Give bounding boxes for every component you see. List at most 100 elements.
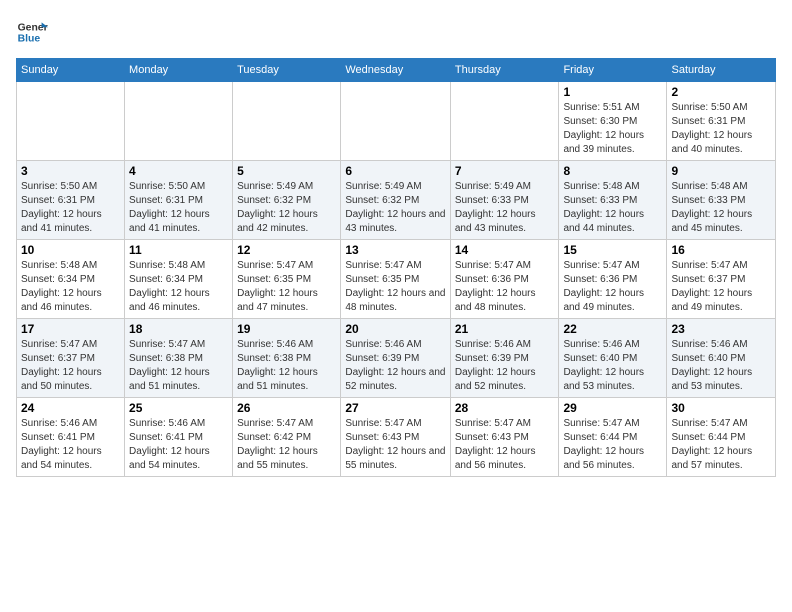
day-number: 19 (237, 322, 336, 336)
calendar-cell: 5Sunrise: 5:49 AM Sunset: 6:32 PM Daylig… (233, 161, 341, 240)
calendar-week-row: 1Sunrise: 5:51 AM Sunset: 6:30 PM Daylig… (17, 82, 776, 161)
page-header: General Blue (16, 16, 776, 48)
calendar-cell: 3 Sunrise: 5:50 AM Sunset: 6:31 PM Daylig… (17, 161, 125, 240)
calendar-cell: 10 Sunrise: 5:48 AM Sunset: 6:34 PM Dayli… (17, 240, 125, 319)
day-info: Sunrise: 5:51 AM Sunset: 6:30 PM Dayligh… (563, 101, 662, 157)
day-info: Sunrise: 5:47 AM Sunset: 6:38 PM Dayligh… (129, 338, 228, 394)
day-info: Sunrise: 5:47 AM Sunset: 6:43 PM Dayligh… (455, 417, 555, 473)
day-info: Sunrise: 5:47 AM Sunset: 6:44 PM Dayligh… (671, 417, 771, 473)
calendar-table: SundayMondayTuesdayWednesdayThursdayFrid… (16, 58, 776, 477)
weekday-header: Wednesday (341, 59, 450, 82)
day-info: Sunrise: 5:50 AM Sunset: 6:31 PM Dayligh… (21, 180, 120, 236)
day-info: Sunrise: 5:47 AM Sunset: 6:35 PM Dayligh… (237, 259, 336, 315)
day-number: 11 (129, 243, 228, 257)
calendar-cell (450, 82, 559, 161)
weekday-header: Thursday (450, 59, 559, 82)
calendar-cell: 1Sunrise: 5:51 AM Sunset: 6:30 PM Daylig… (559, 82, 667, 161)
day-info: Sunrise: 5:48 AM Sunset: 6:34 PM Dayligh… (129, 259, 228, 315)
calendar-cell (17, 82, 125, 161)
calendar-cell: 30 Sunrise: 5:47 AM Sunset: 6:44 PM Dayli… (667, 398, 776, 477)
day-info: Sunrise: 5:50 AM Sunset: 6:31 PM Dayligh… (129, 180, 228, 236)
calendar-cell (125, 82, 233, 161)
calendar-cell: 28Sunrise: 5:47 AM Sunset: 6:43 PM Dayli… (450, 398, 559, 477)
day-info: Sunrise: 5:49 AM Sunset: 6:32 PM Dayligh… (237, 180, 336, 236)
day-info: Sunrise: 5:49 AM Sunset: 6:32 PM Dayligh… (345, 180, 445, 236)
calendar-cell: 11 Sunrise: 5:48 AM Sunset: 6:34 PM Dayli… (125, 240, 233, 319)
day-info: Sunrise: 5:50 AM Sunset: 6:31 PM Dayligh… (671, 101, 771, 157)
day-info: Sunrise: 5:47 AM Sunset: 6:36 PM Dayligh… (563, 259, 662, 315)
day-number: 6 (345, 164, 445, 178)
day-info: Sunrise: 5:46 AM Sunset: 6:40 PM Dayligh… (671, 338, 771, 394)
day-number: 16 (671, 243, 771, 257)
logo: General Blue (16, 16, 52, 48)
day-info: Sunrise: 5:46 AM Sunset: 6:41 PM Dayligh… (129, 417, 228, 473)
day-number: 24 (21, 401, 120, 415)
day-number: 27 (345, 401, 445, 415)
day-info: Sunrise: 5:47 AM Sunset: 6:44 PM Dayligh… (563, 417, 662, 473)
day-number: 20 (345, 322, 445, 336)
calendar-cell: 22 Sunrise: 5:46 AM Sunset: 6:40 PM Dayli… (559, 319, 667, 398)
calendar-cell: 23 Sunrise: 5:46 AM Sunset: 6:40 PM Dayli… (667, 319, 776, 398)
day-number: 21 (455, 322, 555, 336)
svg-text:Blue: Blue (18, 34, 41, 45)
calendar-cell: 6 Sunrise: 5:49 AM Sunset: 6:32 PM Daylig… (341, 161, 450, 240)
calendar-cell: 8 Sunrise: 5:48 AM Sunset: 6:33 PM Daylig… (559, 161, 667, 240)
day-number: 14 (455, 243, 555, 257)
weekday-header-row: SundayMondayTuesdayWednesdayThursdayFrid… (17, 59, 776, 82)
day-info: Sunrise: 5:46 AM Sunset: 6:41 PM Dayligh… (21, 417, 120, 473)
calendar-week-row: 17 Sunrise: 5:47 AM Sunset: 6:37 PM Dayli… (17, 319, 776, 398)
day-number: 15 (563, 243, 662, 257)
calendar-cell: 29 Sunrise: 5:47 AM Sunset: 6:44 PM Dayli… (559, 398, 667, 477)
day-number: 30 (671, 401, 771, 415)
day-info: Sunrise: 5:48 AM Sunset: 6:34 PM Dayligh… (21, 259, 120, 315)
calendar-cell: 21Sunrise: 5:46 AM Sunset: 6:39 PM Dayli… (450, 319, 559, 398)
day-info: Sunrise: 5:47 AM Sunset: 6:37 PM Dayligh… (671, 259, 771, 315)
day-number: 29 (563, 401, 662, 415)
calendar-cell (341, 82, 450, 161)
day-number: 9 (671, 164, 771, 178)
day-info: Sunrise: 5:48 AM Sunset: 6:33 PM Dayligh… (671, 180, 771, 236)
day-number: 25 (129, 401, 228, 415)
weekday-header: Sunday (17, 59, 125, 82)
day-info: Sunrise: 5:47 AM Sunset: 6:43 PM Dayligh… (345, 417, 445, 473)
calendar-cell: 19 Sunrise: 5:46 AM Sunset: 6:38 PM Dayli… (233, 319, 341, 398)
day-number: 8 (563, 164, 662, 178)
day-number: 4 (129, 164, 228, 178)
calendar-cell (233, 82, 341, 161)
calendar-cell: 15 Sunrise: 5:47 AM Sunset: 6:36 PM Dayli… (559, 240, 667, 319)
day-info: Sunrise: 5:47 AM Sunset: 6:37 PM Dayligh… (21, 338, 120, 394)
day-number: 13 (345, 243, 445, 257)
day-number: 7 (455, 164, 555, 178)
day-number: 23 (671, 322, 771, 336)
calendar-cell: 14 Sunrise: 5:47 AM Sunset: 6:36 PM Dayli… (450, 240, 559, 319)
day-info: Sunrise: 5:46 AM Sunset: 6:40 PM Dayligh… (563, 338, 662, 394)
day-number: 26 (237, 401, 336, 415)
calendar-cell: 17 Sunrise: 5:47 AM Sunset: 6:37 PM Dayli… (17, 319, 125, 398)
day-number: 18 (129, 322, 228, 336)
day-info: Sunrise: 5:49 AM Sunset: 6:33 PM Dayligh… (455, 180, 555, 236)
logo-icon: General Blue (16, 16, 48, 48)
day-info: Sunrise: 5:47 AM Sunset: 6:35 PM Dayligh… (345, 259, 445, 315)
day-number: 17 (21, 322, 120, 336)
day-number: 2 (671, 85, 771, 99)
day-info: Sunrise: 5:46 AM Sunset: 6:38 PM Dayligh… (237, 338, 336, 394)
calendar-week-row: 3 Sunrise: 5:50 AM Sunset: 6:31 PM Daylig… (17, 161, 776, 240)
weekday-header: Tuesday (233, 59, 341, 82)
day-info: Sunrise: 5:47 AM Sunset: 6:42 PM Dayligh… (237, 417, 336, 473)
calendar-week-row: 24 Sunrise: 5:46 AM Sunset: 6:41 PM Dayli… (17, 398, 776, 477)
day-number: 12 (237, 243, 336, 257)
calendar-cell: 18 Sunrise: 5:47 AM Sunset: 6:38 PM Dayli… (125, 319, 233, 398)
day-info: Sunrise: 5:47 AM Sunset: 6:36 PM Dayligh… (455, 259, 555, 315)
day-number: 3 (21, 164, 120, 178)
calendar-cell: 12 Sunrise: 5:47 AM Sunset: 6:35 PM Dayli… (233, 240, 341, 319)
calendar-cell: 16 Sunrise: 5:47 AM Sunset: 6:37 PM Dayli… (667, 240, 776, 319)
calendar-cell: 25 Sunrise: 5:46 AM Sunset: 6:41 PM Dayli… (125, 398, 233, 477)
weekday-header: Friday (559, 59, 667, 82)
calendar-week-row: 10 Sunrise: 5:48 AM Sunset: 6:34 PM Dayli… (17, 240, 776, 319)
calendar-cell: 27 Sunrise: 5:47 AM Sunset: 6:43 PM Dayli… (341, 398, 450, 477)
day-info: Sunrise: 5:48 AM Sunset: 6:33 PM Dayligh… (563, 180, 662, 236)
calendar-cell: 24 Sunrise: 5:46 AM Sunset: 6:41 PM Dayli… (17, 398, 125, 477)
day-number: 22 (563, 322, 662, 336)
weekday-header: Monday (125, 59, 233, 82)
day-number: 10 (21, 243, 120, 257)
